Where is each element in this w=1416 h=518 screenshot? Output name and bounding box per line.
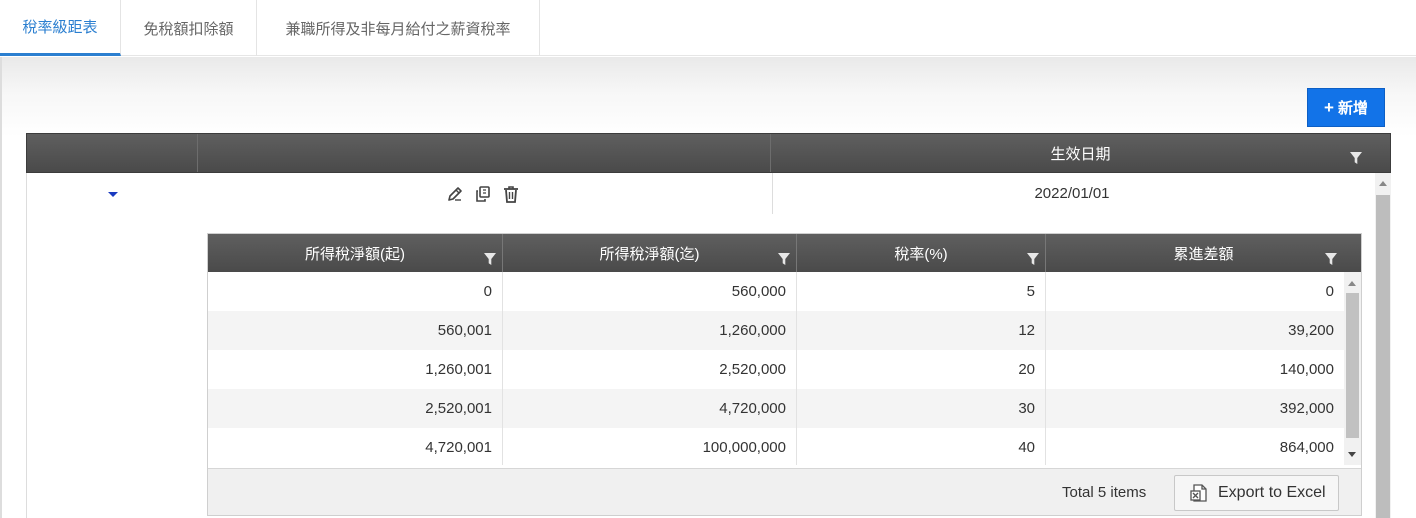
tab-exemptions-deductions[interactable]: 免稅額扣除額: [121, 0, 257, 56]
inner-grid-body: 0 560,000 5 0 560,001 1,260,000 12 39,20…: [208, 272, 1344, 465]
cell-from: 0: [208, 272, 503, 311]
scrollbar-thumb[interactable]: [1346, 293, 1359, 438]
header-label: 所得稅淨額(起): [305, 245, 405, 263]
filter-icon[interactable]: [1325, 253, 1337, 265]
table-row[interactable]: 560,001 1,260,000 12 39,200: [208, 311, 1344, 350]
cell-from: 560,001: [208, 311, 503, 350]
outer-header-effective-date[interactable]: 生效日期: [771, 134, 1390, 172]
cell-rate: 5: [797, 272, 1046, 311]
export-button-label: Export to Excel: [1218, 484, 1326, 501]
outer-header-expand-col: [27, 134, 198, 172]
header-label: 所得稅淨額(迄): [599, 245, 700, 263]
plus-icon: +: [1324, 97, 1334, 117]
cell-difference: 0: [1325, 283, 1334, 300]
tab-bar: 稅率級距表 免稅額扣除額 兼職所得及非每月給付之薪資稅率: [0, 0, 1416, 56]
scrollbar-thumb[interactable]: [1376, 195, 1390, 518]
collapse-arrow-icon[interactable]: [108, 192, 118, 197]
table-row[interactable]: 1,260,001 2,520,000 20 140,000: [208, 350, 1344, 389]
table-row[interactable]: 0 560,000 5 0: [208, 272, 1344, 311]
inner-grid-footer: Total 5 items Export to Excel: [208, 468, 1361, 515]
scroll-down-icon[interactable]: [1348, 452, 1356, 457]
scroll-up-icon[interactable]: [1379, 181, 1387, 186]
header-progressive-difference[interactable]: 累進差額: [1046, 234, 1361, 272]
outer-scrollbar[interactable]: [1375, 173, 1391, 518]
cell-difference: 864,000: [1279, 439, 1334, 456]
header-band: [0, 57, 1416, 137]
cell-rate: 20: [797, 350, 1046, 389]
table-row[interactable]: 2,520,001 4,720,000 30 392,000: [208, 389, 1344, 428]
add-button[interactable]: + 新增: [1307, 88, 1385, 127]
cell-difference: 39,200: [1288, 322, 1334, 339]
cell-rate: 30: [797, 389, 1046, 428]
cell-to: 1,260,000: [503, 311, 797, 350]
filter-icon[interactable]: [484, 253, 496, 265]
filter-icon[interactable]: [1027, 253, 1039, 265]
cell-from: 2,520,001: [208, 389, 503, 428]
cell-from: 1,260,001: [208, 350, 503, 389]
outer-header-actions-col: [198, 134, 771, 172]
header-label: 稅率(%): [894, 245, 948, 263]
cell-from: 4,720,001: [208, 428, 503, 465]
table-row[interactable]: 4,720,001 100,000,000 40 864,000: [208, 428, 1344, 465]
cell-difference: 392,000: [1279, 400, 1334, 417]
cell-difference: 140,000: [1279, 361, 1334, 378]
header-net-income-from[interactable]: 所得稅淨額(起): [208, 234, 503, 272]
copy-icon[interactable]: [473, 184, 493, 204]
tab-tax-brackets[interactable]: 稅率級距表: [0, 0, 121, 56]
inner-scrollbar[interactable]: [1344, 272, 1361, 465]
cell-to: 560,000: [503, 272, 797, 311]
cell-to: 2,520,000: [503, 350, 797, 389]
effective-date-cell: 2022/01/01: [1034, 185, 1110, 202]
header-net-income-to[interactable]: 所得稅淨額(迄): [503, 234, 797, 272]
cell-rate: 40: [797, 428, 1046, 465]
trash-icon[interactable]: [501, 184, 521, 204]
cell-rate: 12: [797, 311, 1046, 350]
outer-grid-header: 生效日期: [26, 133, 1391, 173]
header-tax-rate[interactable]: 稅率(%): [797, 234, 1046, 272]
add-button-label: 新增: [1337, 100, 1368, 117]
excel-icon: [1189, 483, 1209, 503]
filter-icon[interactable]: [778, 253, 790, 265]
edit-icon[interactable]: [445, 184, 465, 204]
effective-date-header-label: 生效日期: [1050, 145, 1111, 163]
cell-to: 100,000,000: [503, 428, 797, 465]
total-items-count: Total 5 items: [1062, 484, 1147, 501]
tax-bracket-detail-grid: 所得稅淨額(起) 所得稅淨額(迄) 稅率(%) 累進差額 0 560,000 5…: [207, 233, 1362, 516]
inner-grid-header: 所得稅淨額(起) 所得稅淨額(迄) 稅率(%) 累進差額: [208, 234, 1361, 272]
header-label: 累進差額: [1173, 245, 1234, 263]
left-edge: [0, 57, 2, 518]
row-actions: [445, 184, 521, 204]
cell-to: 4,720,000: [503, 389, 797, 428]
export-to-excel-button[interactable]: Export to Excel: [1174, 475, 1339, 511]
scroll-up-icon[interactable]: [1348, 281, 1356, 286]
filter-icon[interactable]: [1350, 152, 1362, 164]
tab-part-time-income-rates[interactable]: 兼職所得及非每月給付之薪資稅率: [257, 0, 540, 56]
